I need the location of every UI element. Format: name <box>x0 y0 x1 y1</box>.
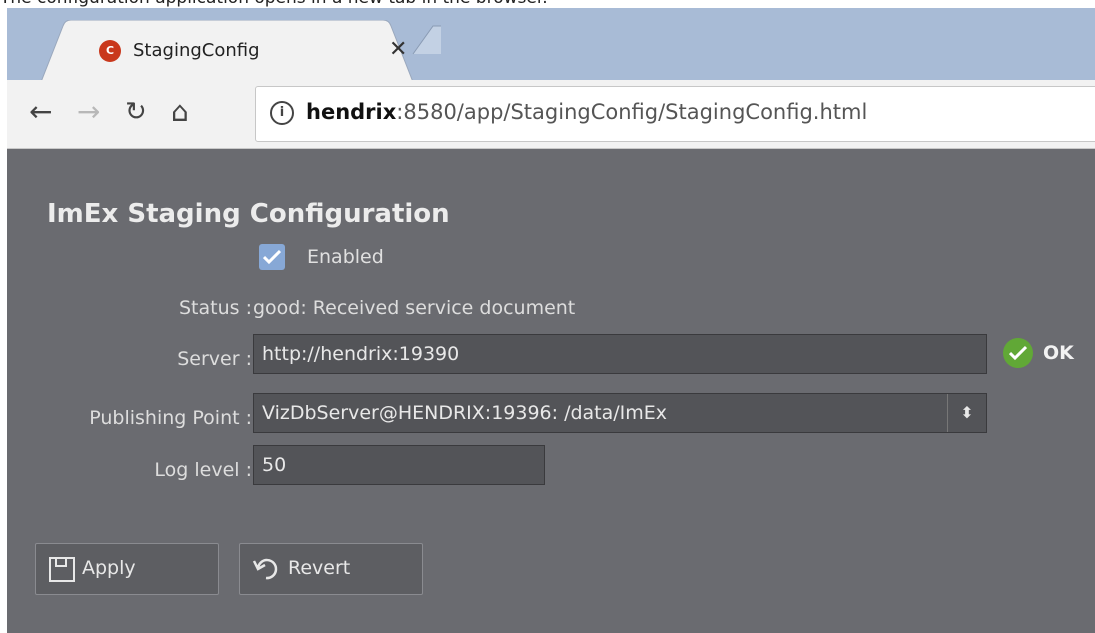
check-circle-icon <box>1003 338 1033 368</box>
url-path: :8580/app/StagingConfig/StagingConfig.ht… <box>396 100 868 124</box>
revert-button[interactable]: Revert <box>239 543 423 595</box>
revert-label: Revert <box>288 557 351 579</box>
tab-close-icon[interactable]: ✕ <box>389 37 407 62</box>
forward-arrow-icon[interactable]: → <box>77 98 100 126</box>
checkmark-icon <box>263 249 281 265</box>
browser-toolbar: ← → ↻ ⌂ i hendrix:8580/app/StagingConfig… <box>7 80 1095 149</box>
server-input[interactable]: http://hendrix:19390 <box>253 334 987 374</box>
status-value: good: Received service document <box>253 297 576 319</box>
log-level-input[interactable]: 50 <box>253 445 545 485</box>
url-host: hendrix <box>306 100 397 124</box>
tab-title: StagingConfig <box>133 40 260 61</box>
publishing-point-value: VizDbServer@HENDRIX:19396: /data/ImEx <box>262 402 668 424</box>
back-arrow-icon[interactable]: ← <box>29 98 52 126</box>
save-icon <box>49 557 75 582</box>
undo-icon <box>252 558 278 580</box>
status-label: Status : <box>179 297 252 319</box>
publishing-point-label: Publishing Point : <box>89 407 252 429</box>
enabled-label: Enabled <box>307 246 384 268</box>
reload-icon[interactable]: ↻ <box>125 98 147 126</box>
url-text: hendrix:8580/app/StagingConfig/StagingCo… <box>306 100 867 124</box>
select-arrows-icon[interactable]: ⬍ <box>947 394 986 432</box>
page-title: ImEx Staging Configuration <box>47 199 450 229</box>
home-icon[interactable]: ⌂ <box>171 98 189 126</box>
apply-label: Apply <box>82 557 136 579</box>
address-bar[interactable]: i hendrix:8580/app/StagingConfig/Staging… <box>255 86 1095 142</box>
info-icon[interactable]: i <box>270 101 294 125</box>
browser-window: C StagingConfig ✕ ← → ↻ ⌂ i hendrix:8580… <box>7 8 1095 633</box>
browser-titlebar: C StagingConfig ✕ <box>7 8 1095 82</box>
tab-stagingconfig[interactable]: C StagingConfig ✕ <box>41 20 441 82</box>
apply-button[interactable]: Apply <box>35 543 219 595</box>
server-ok-text: OK <box>1043 342 1074 364</box>
log-level-label: Log level : <box>154 459 252 481</box>
enabled-checkbox[interactable] <box>259 244 285 270</box>
ok-checkmark-icon <box>1009 345 1027 361</box>
config-page: ImEx Staging Configuration Enabled Statu… <box>7 149 1095 633</box>
app-favicon-icon: C <box>99 40 121 62</box>
publishing-point-select[interactable]: VizDbServer@HENDRIX:19396: /data/ImEx ⬍ <box>253 393 987 433</box>
server-label: Server : <box>177 348 252 370</box>
